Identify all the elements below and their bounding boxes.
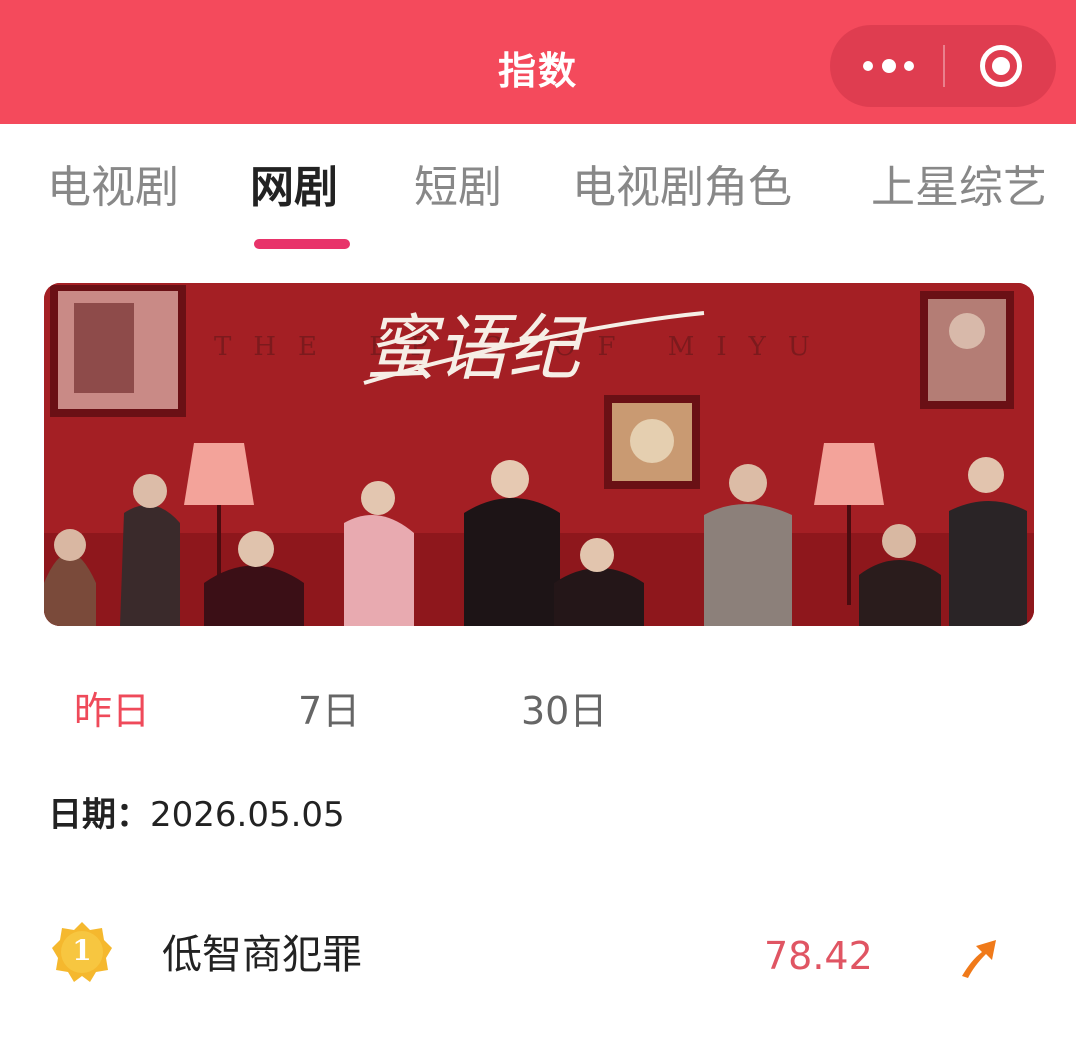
period-tab-yesterday[interactable]: 昨日 [74,686,150,736]
tab-short-drama[interactable]: 短剧 [414,160,502,216]
up-arrow-icon [962,940,996,978]
app-screen: 指数 电视剧 网剧 短剧 电视剧角色 上星综艺 THE EPIC OF MIYU… [0,0,1076,1042]
date-row: 日期：2026.05.05 [48,793,345,837]
more-dots-icon [863,61,873,71]
mini-program-capsule [830,25,1056,107]
date-value: 2026.05.05 [150,795,345,835]
poster-title: 蜜语纪 [364,306,587,390]
period-tab-30-days[interactable]: 30日 [521,686,607,736]
tab-satellite-variety[interactable]: 上星综艺 [871,160,1047,216]
date-label: 日期： [48,795,150,835]
more-dots-icon [904,61,914,71]
more-dots-icon [882,59,896,73]
close-button[interactable] [945,25,1056,107]
target-close-icon-dot [992,57,1010,75]
rank-number: 1 [72,934,92,967]
poster-illustration: THE EPIC OF MIYU 蜜语纪 [44,283,1034,626]
show-name[interactable]: 低智商犯罪 [162,928,362,982]
drama-poster-banner[interactable]: THE EPIC OF MIYU 蜜语纪 [44,283,1034,626]
active-tab-indicator [254,239,350,249]
tab-tv-drama[interactable]: 电视剧 [47,160,179,216]
period-tab-7-days[interactable]: 7日 [298,686,360,736]
title-bar: 指数 [0,0,1076,124]
tab-tv-drama-roles[interactable]: 电视剧角色 [572,160,792,216]
more-button[interactable] [830,25,943,107]
tab-web-drama[interactable]: 网剧 [250,160,338,216]
index-score: 78.42 [764,934,873,978]
rank-medal-icon: 1 [50,920,114,984]
